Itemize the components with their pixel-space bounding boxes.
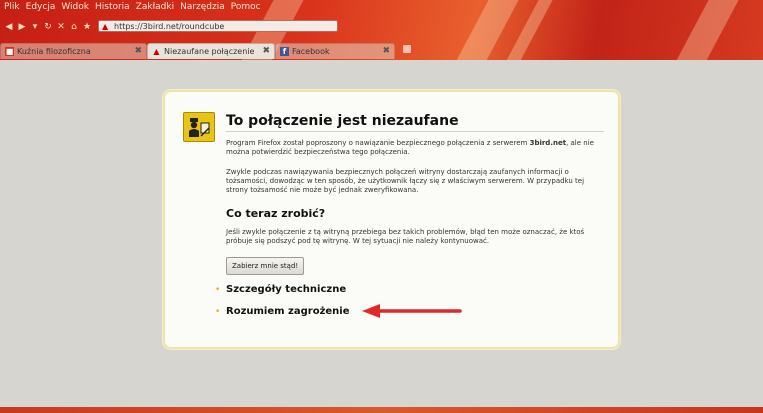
explanation-paragraph: Zwykle podczas nawiązywania bezpiecznych… [226,168,585,194]
divider [226,131,604,132]
tab-label: Kuźnia filozoficzna [17,47,91,56]
address-bar-url: https://3bird.net/roundcube [114,21,225,31]
close-icon[interactable]: ✖ [134,46,142,56]
warning-triangle-icon: ▲ [102,21,109,31]
stop-icon[interactable]: ✕ [56,22,66,32]
browser-chrome: Plik Edycja Widok Historia Zakładki Narz… [0,0,763,60]
tab-untrusted-connection[interactable]: ▲ Niezaufane połączenie ✖ [147,43,275,59]
host-name: 3bird.net [529,139,567,147]
what-to-do-heading: Co teraz zrobić? [226,207,326,220]
status-bar [0,407,763,413]
navigation-toolbar: ◀ ▶ ▾ ↻ ✕ ⌂ ★ [4,19,92,35]
menu-help[interactable]: Pomoc [231,2,261,16]
close-icon[interactable]: ✖ [382,46,390,56]
tab-facebook[interactable]: f Facebook ✖ [275,43,395,59]
menu-file[interactable]: Plik [4,2,20,16]
tab-bar: ■ Kuźnia filozoficzna ✖ ▲ Niezaufane poł… [0,42,763,60]
menu-bookmarks[interactable]: Zakładki [136,2,174,16]
reload-icon[interactable]: ↻ [43,22,53,32]
close-icon[interactable]: ✖ [262,46,270,56]
new-tab-icon[interactable] [403,45,411,53]
intro-paragraph: Program Firefox został poproszony o nawi… [226,139,594,156]
tab-label: Niezaufane połączenie [164,47,255,56]
technical-details-expander[interactable]: • Szczegóły techniczne [215,284,346,295]
bullet-icon: • [215,284,221,295]
menu-view[interactable]: Widok [61,2,89,16]
dropdown-icon[interactable]: ▾ [30,22,40,32]
address-bar[interactable]: ▲ https://3bird.net/roundcube [98,20,338,32]
annotation-arrow-icon [362,304,462,318]
menu-edit[interactable]: Edycja [26,2,56,16]
bullet-icon: • [215,306,221,317]
get-me-out-button[interactable]: Zabierz mnie stąd! [226,257,305,275]
tab-kuznia[interactable]: ■ Kuźnia filozoficzna ✖ [0,43,147,59]
understand-risks-expander[interactable]: • Rozumiem zagrożenie [215,306,350,317]
forward-arrow-icon[interactable]: ▶ [17,22,27,32]
understand-risks-label: Rozumiem zagrożenie [226,306,350,317]
back-arrow-icon[interactable]: ◀ [4,22,14,32]
facebook-icon: f [280,47,289,56]
advice-paragraph: Jeśli zwykle połączenie z tą witryną prz… [226,228,585,245]
technical-details-label: Szczegóły techniczne [226,284,347,295]
menu-history[interactable]: Historia [95,2,130,16]
tab-label: Facebook [292,47,330,56]
page-content: To połączenie jest niezaufane Program Fi… [0,60,763,407]
home-icon[interactable]: ⌂ [69,22,79,32]
page-title: To połączenie jest niezaufane [226,113,459,129]
site-favicon-icon: ■ [5,47,14,56]
menu-bar: Plik Edycja Widok Historia Zakładki Narz… [4,2,261,16]
menu-tools[interactable]: Narzędzia [180,2,225,16]
warning-triangle-icon: ▲ [153,47,160,56]
security-officer-icon [183,112,215,142]
bookmark-star-icon[interactable]: ★ [82,22,92,32]
